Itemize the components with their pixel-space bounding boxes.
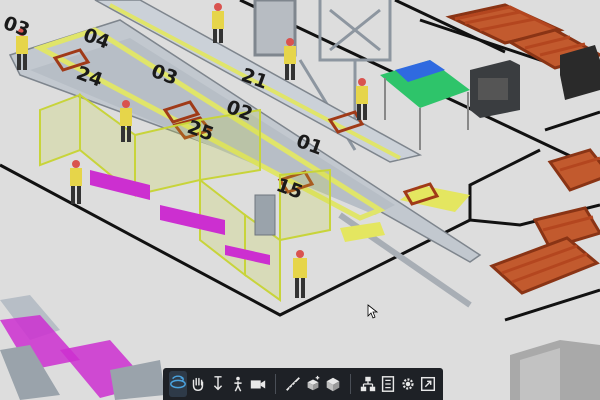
pan-hand-icon [192,377,204,392]
cube-view-button[interactable] [324,371,342,397]
orbit-icon [170,375,186,389]
hierarchy-button[interactable] [359,371,377,397]
person-walk-icon [234,376,242,392]
camera-button[interactable] [249,371,267,397]
measure-button[interactable] [284,371,302,397]
measure-icon [286,377,300,391]
camera-icon [251,380,266,389]
add-object-icon [307,375,320,391]
add-object-button[interactable] [304,371,322,397]
zoom-icon [214,376,223,391]
navigation-toolbar [163,368,443,400]
fullscreen-button[interactable] [419,371,437,397]
settings-button[interactable] [399,371,417,397]
pan-button[interactable] [189,371,207,397]
properties-icon [381,376,394,392]
cube-view-icon [326,377,340,392]
walk-button[interactable] [229,371,247,397]
hierarchy-icon [360,376,375,392]
properties-button[interactable] [379,371,397,397]
toolbar-separator [275,374,276,394]
toolbar-separator [350,374,351,394]
fullscreen-icon [420,376,435,392]
3d-viewport[interactable]: 03 04 24 03 02 25 01 21 15 [0,0,600,400]
factory-3d-scene[interactable]: 03 04 24 03 02 25 01 21 15 [0,0,600,400]
zoom-button[interactable] [209,371,227,397]
settings-gear-icon [402,378,414,390]
orbit-button[interactable] [169,371,188,397]
